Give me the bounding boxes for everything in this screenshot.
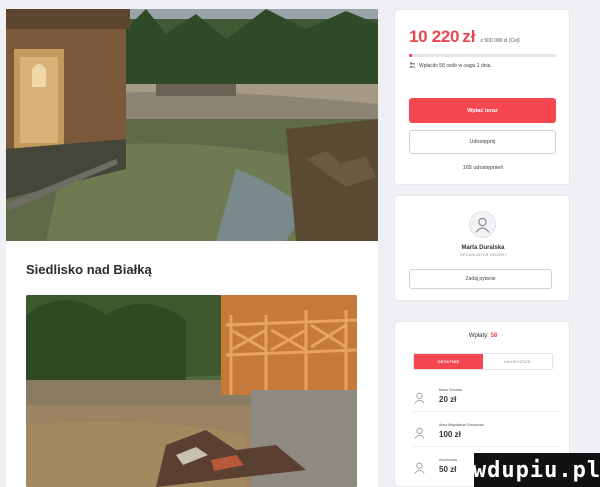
payments-label: Wpłaty:: [468, 333, 489, 339]
supporters-info: Wpłaciło 58 osób w ciągu 1 dnia.: [409, 62, 492, 70]
supporters-text: Wpłaciło 58 osób w ciągu 1 dnia.: [419, 63, 492, 69]
donation-item: Anna Magdalena Duszyńska 100 zł: [411, 419, 561, 447]
raised-amount: 10 220: [409, 27, 460, 46]
donor-name: Anonimowy: [439, 458, 458, 462]
donor-avatar-icon: [411, 460, 427, 476]
hero-photo-flooded-house[interactable]: [6, 9, 378, 241]
payments-heading: Wpłaty: 58: [395, 333, 571, 339]
user-icon: [475, 217, 490, 233]
donation-summary-card: 10 220 zł z 500 000 zł (Cel) Wpłaciło 58…: [394, 9, 570, 185]
goal-amount: z 500 000 zł (Cel): [480, 38, 520, 44]
campaign-title: Siedlisko nad Białką: [26, 262, 152, 277]
people-icon: [409, 62, 416, 70]
organizer-role: ORGANIZATOR ZBIÓRKI: [459, 253, 507, 257]
donation-amount: 50 zł: [439, 465, 457, 474]
secondary-photo-image: [26, 295, 357, 487]
raised-currency: zł: [462, 27, 476, 46]
campaign-main-card: Siedlisko nad Białką: [6, 9, 378, 487]
donation-progress-bar: [409, 54, 556, 57]
donor-name: Anna Magdalena Duszyńska: [439, 423, 484, 427]
ask-question-button[interactable]: Zadaj pytanie: [409, 269, 552, 289]
tab-highest[interactable]: NAJWYŻSZE: [483, 354, 552, 369]
donor-avatar-icon: [411, 390, 427, 406]
donor-avatar-icon: [411, 425, 427, 441]
site-watermark-logo: wdupiu.pl: [473, 453, 600, 487]
organizer-card: Marta Duralska ORGANIZATOR ZBIÓRKI Zadaj…: [394, 195, 570, 301]
hero-photo-image: [6, 9, 378, 241]
organizer-avatar: [469, 211, 496, 238]
donation-progress-fill: [409, 54, 412, 57]
donor-name: Basia Chudala: [439, 388, 462, 392]
shares-count: 165 udostępnień: [462, 165, 504, 171]
raised-amount-row: 10 220 zł z 500 000 zł (Cel): [409, 27, 520, 47]
secondary-photo-debris[interactable]: [26, 295, 357, 487]
payments-count: 58: [490, 333, 498, 339]
payments-tabs: OSTATNIE NAJWYŻSZE: [413, 353, 553, 370]
tab-latest[interactable]: OSTATNIE: [414, 354, 483, 369]
share-button[interactable]: Udostępnij: [409, 130, 556, 154]
organizer-name: Marta Duralska: [461, 245, 505, 251]
donation-amount: 100 zł: [439, 430, 461, 439]
donate-now-button[interactable]: Wpłać teraz: [409, 98, 556, 123]
donation-item: Basia Chudala 20 zł: [411, 384, 561, 412]
donation-amount: 20 zł: [439, 395, 457, 404]
